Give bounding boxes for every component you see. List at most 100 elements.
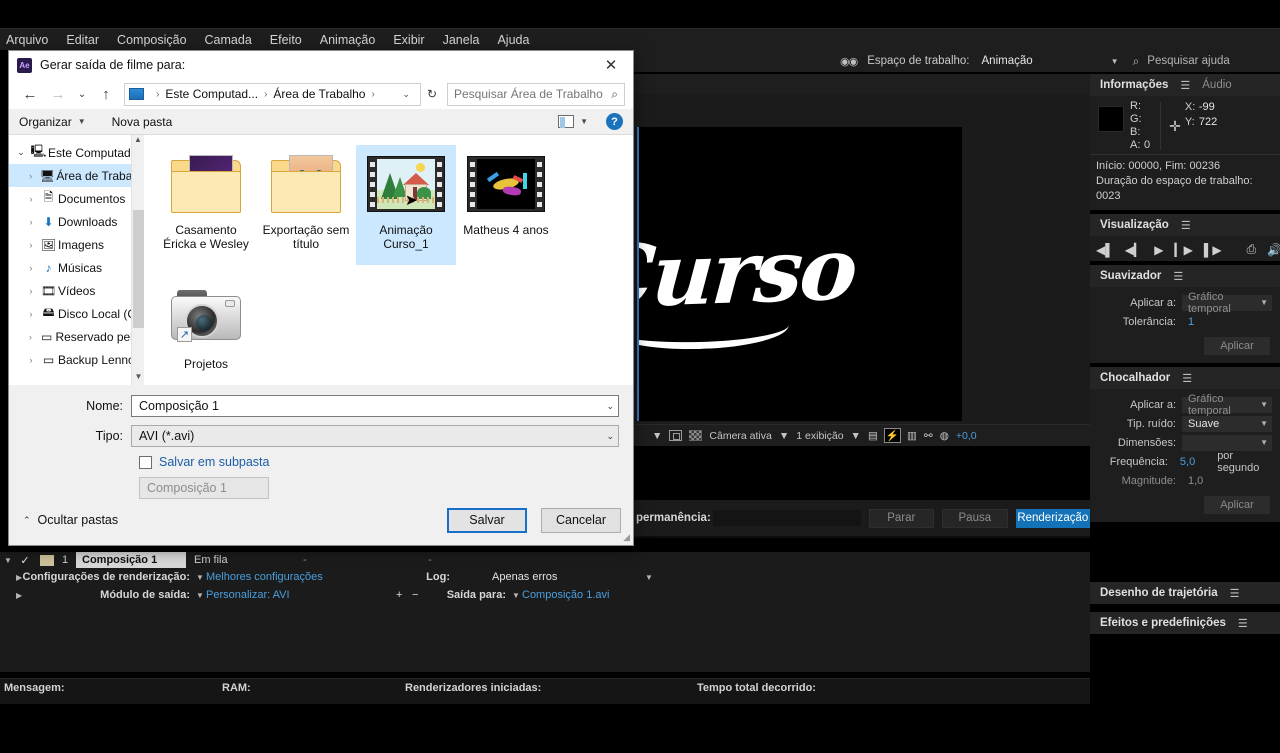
menu-item-ajuda[interactable]: Ajuda (497, 33, 529, 47)
render-checkbox[interactable]: ✓ (16, 554, 34, 567)
camera-label[interactable]: Câmera ativa (709, 430, 771, 442)
last-frame-icon[interactable]: ▌▶ (1204, 243, 1222, 257)
panel-menu-icon[interactable]: ☰ (1238, 617, 1248, 630)
info-panel-title[interactable]: Informações (1100, 79, 1168, 91)
chevron-right-icon[interactable]: › (23, 240, 39, 250)
chevron-right-icon[interactable]: › (23, 286, 39, 296)
first-frame-icon[interactable]: ◀▌ (1096, 243, 1114, 257)
comp-flowchart-icon[interactable]: ⚯ (924, 430, 933, 442)
play-icon[interactable]: ▶ (1154, 243, 1163, 257)
fast-preview-icon[interactable]: ⚡ (883, 428, 901, 443)
chevron-right-icon[interactable]: › (23, 309, 39, 319)
add-output-module-icon[interactable]: + (396, 589, 402, 601)
scroll-up-icon[interactable]: ▲ (132, 135, 144, 148)
view-options-button[interactable]: ▼ (558, 115, 588, 128)
chevron-down-icon[interactable]: ⌄ (606, 401, 614, 412)
forward-icon[interactable]: → (45, 82, 71, 106)
preview-panel-title[interactable]: Visualização (1100, 219, 1169, 231)
chevron-down-icon[interactable]: ⌄ (402, 89, 416, 100)
menu-item-camada[interactable]: Camada (205, 33, 252, 47)
wiggler-dimensions-dropdown[interactable]: ▼ (1182, 434, 1272, 451)
help-search-placeholder[interactable]: Pesquisar ajuda (1147, 55, 1229, 67)
timeline-icon[interactable]: ▥ (907, 430, 917, 442)
smoother-tolerance-value[interactable]: 1 (1182, 316, 1194, 328)
up-icon[interactable]: ↑ (93, 82, 119, 106)
menu-item-composicao[interactable]: Composição (117, 33, 186, 47)
panel-menu-icon[interactable]: ☰ (1230, 587, 1240, 600)
type-dropdown[interactable]: AVI (*.avi) ⌄ (131, 425, 619, 447)
comp-name[interactable]: Composição 1 (76, 552, 186, 568)
scroll-down-icon[interactable]: ▼ (132, 372, 144, 385)
address-bar[interactable]: › Este Computad... › Área de Trabalho › … (124, 82, 421, 106)
chevron-right-icon[interactable]: › (23, 355, 39, 365)
viewer-stage[interactable]: Curso (637, 127, 962, 421)
stop-button[interactable]: Parar (868, 508, 935, 528)
file-item-matheus[interactable]: Matheus 4 anos (456, 145, 556, 265)
audio-icon[interactable]: 🔊 (1267, 243, 1280, 257)
chevron-down-icon[interactable]: ⌄ (606, 431, 614, 442)
menu-item-arquivo[interactable]: Arquivo (6, 33, 48, 47)
menu-item-janela[interactable]: Janela (443, 33, 480, 47)
menu-item-exibir[interactable]: Exibir (393, 33, 424, 47)
breadcrumb-item-computer[interactable]: Este Computad... (165, 87, 258, 101)
expand-triangle-icon[interactable]: ▼ (0, 556, 16, 565)
file-item-casamento[interactable]: Pr Casamento Éricka e Wesley (156, 145, 256, 265)
label-color-swatch[interactable] (40, 554, 54, 566)
refresh-icon[interactable]: ↻ (423, 87, 441, 101)
smoother-apply-button[interactable]: Aplicar (1204, 337, 1270, 355)
menu-item-editar[interactable]: Editar (66, 33, 99, 47)
chevron-down-icon[interactable]: ▼ (851, 430, 861, 442)
effects-presets-panel-title[interactable]: Efeitos e predefinições (1100, 617, 1226, 629)
wiggler-apply-to-dropdown[interactable]: Gráfico temporal ▼ (1182, 393, 1272, 417)
transparency-grid-icon[interactable] (689, 430, 703, 441)
name-input[interactable]: Composição 1 ⌄ (131, 395, 619, 417)
wiggler-panel-title[interactable]: Chocalhador (1100, 372, 1170, 384)
wiggler-magnitude-value[interactable]: 1,0 (1182, 475, 1203, 487)
chevron-down-icon[interactable]: ▼ (779, 430, 789, 442)
previous-frame-icon[interactable]: ◀▎ (1125, 243, 1143, 257)
file-item-exportacao[interactable]: Exportação sem título (256, 145, 356, 265)
panel-menu-icon[interactable]: ☰ (1180, 79, 1190, 92)
region-of-interest-icon[interactable] (669, 430, 683, 441)
smoother-panel-title[interactable]: Suavizador (1100, 270, 1161, 282)
tree-item-videos[interactable]: › 🎞 Vídeos (9, 279, 144, 302)
output-module-value[interactable]: Personalizar: AVI (206, 589, 290, 601)
views-label[interactable]: 1 exibição (796, 430, 843, 442)
tree-item-area-de-trabalho[interactable]: › 🖥 Área de Trabalho (9, 164, 144, 187)
file-item-projetos[interactable]: ↗ Projetos (156, 273, 256, 393)
help-icon[interactable]: ? (606, 113, 623, 130)
workspace-value[interactable]: Animação (982, 55, 1033, 67)
chevron-down-icon[interactable]: ▼ (512, 591, 520, 600)
menu-item-efeito[interactable]: Efeito (270, 33, 302, 47)
chevron-down-icon[interactable]: ▼ (645, 573, 653, 582)
wiggler-frequency-value[interactable]: 5,0 (1174, 456, 1195, 468)
search-icon[interactable]: ⌕ (1133, 54, 1140, 69)
chevron-right-icon[interactable]: › (23, 263, 39, 273)
tree-item-este-computador[interactable]: ⌄ 🖳 Este Computador (9, 141, 144, 164)
tree-item-disco-local[interactable]: › 🖴 Disco Local (C:) (9, 302, 144, 325)
wiggler-noise-dropdown[interactable]: Suave ▼ (1182, 415, 1272, 432)
exposure-value[interactable]: +0,0 (956, 430, 977, 442)
recent-locations-icon[interactable]: ⌄ (73, 82, 91, 106)
log-value[interactable]: Apenas erros (492, 571, 557, 583)
menu-item-animacao[interactable]: Animação (320, 33, 376, 47)
tree-item-backup-lennon[interactable]: › ▭ Backup Lennon (9, 348, 144, 371)
chevron-right-icon[interactable]: › (23, 194, 39, 204)
tree-item-documentos[interactable]: › 🗎 Documentos (9, 187, 144, 210)
grid-guides-icon[interactable]: ▤ (868, 430, 878, 442)
breadcrumb-item-desktop[interactable]: Área de Trabalho (273, 87, 365, 101)
remove-output-module-icon[interactable]: − (412, 589, 418, 601)
search-input[interactable] (454, 87, 612, 101)
tree-item-imagens[interactable]: › 🖼 Imagens (9, 233, 144, 256)
hide-folders-button[interactable]: ⌃ Ocultar pastas (23, 513, 118, 527)
render-settings-value[interactable]: Melhores configurações (206, 571, 323, 583)
tree-item-musicas[interactable]: › ♪ Músicas (9, 256, 144, 279)
pause-button[interactable]: Pausa (942, 508, 1008, 528)
organize-button[interactable]: Organizar ▼ (19, 115, 86, 129)
file-list[interactable]: Pr Casamento Éricka e Wesley (144, 135, 633, 385)
chevron-right-icon[interactable]: › (23, 171, 38, 181)
chevron-right-icon[interactable]: › (23, 332, 38, 342)
save-button[interactable]: Salvar (447, 507, 527, 533)
chevron-down-icon[interactable]: ▼ (652, 430, 662, 442)
close-icon[interactable]: ✕ (589, 51, 633, 79)
